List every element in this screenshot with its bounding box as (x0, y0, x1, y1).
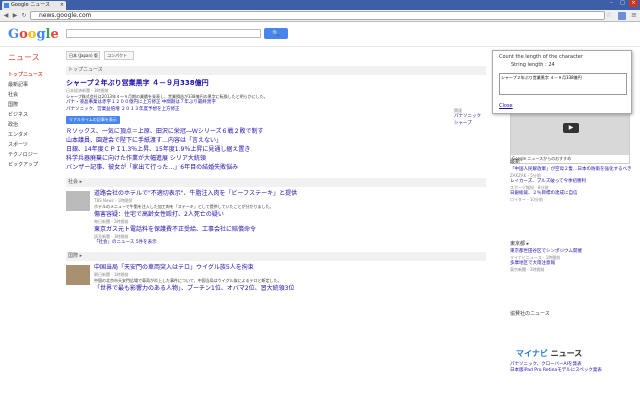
world-header[interactable]: 国際 ▸ (66, 251, 486, 261)
edition-select[interactable]: 日本 (Japan) 版 (66, 51, 100, 60)
sidenav-item-latest[interactable]: 最新記事 (8, 80, 60, 90)
play-icon[interactable]: ▶ (563, 123, 579, 133)
close-window-button[interactable]: × (629, 0, 638, 7)
sponsor-title: 協賛社のニュース (510, 311, 550, 317)
browser-tab[interactable]: Google ニュース × (2, 1, 66, 10)
popup-heading: Count the length of the character (499, 54, 583, 60)
length-value: 24 (548, 62, 555, 68)
extension-popup: Count the length of the character String… (492, 50, 632, 114)
tab-close-icon[interactable]: × (60, 1, 64, 10)
tokyo-source: 東京新聞 - 2時間前 (510, 267, 545, 272)
news-thumbnail[interactable] (66, 191, 90, 211)
length-readout: String length : 24 (511, 62, 555, 68)
more-society-link[interactable]: 「社会」のニュース 5件を表示 (94, 240, 486, 247)
sponsor-section: 協賛社のニュース (510, 310, 635, 319)
lead-story: シャープ２年ぶり営業黒字 ４－９月338億円 日本経済新聞 - 3時間前 シャー… (66, 78, 486, 172)
maximize-button[interactable]: □ (618, 0, 627, 7)
news-snippet: ホテルのメニューで牛脂を注入した加工肉を「ステーキ」として提供していたことが分か… (94, 204, 274, 209)
sidenav-item-world[interactable]: 国際 (8, 100, 60, 110)
news-item: 道路会社のホテルで"不適切表示"、牛脂注入肉を「ビーフステーキ」と提供 TBS … (66, 190, 486, 211)
header-divider (0, 46, 640, 47)
bookmark-star-icon[interactable]: ☆ (606, 11, 612, 19)
main-column: トップニュース シャープ２年ぶり営業黒字 ４－９月338億円 日本経済新聞 - … (66, 66, 486, 293)
tokyo-title[interactable]: 東京都 ▸ (510, 240, 635, 247)
news-item: 傷害容疑：住宅で高齢女性殴打、2人死亡の疑い 毎日新聞 - 2時間前 (66, 211, 486, 225)
recent-title: 最新 (510, 159, 521, 165)
window-controls: – □ × (607, 0, 638, 7)
close-link[interactable]: Close (499, 103, 513, 109)
news-source: 毎日新聞 - 2時間前 (94, 219, 129, 224)
reload-icon[interactable]: ↻ (20, 12, 28, 20)
tokyo-section: 東京都 ▸ 東京都世田谷区でシンポジウム開催 マイナビニュース - 1時間前 多… (510, 240, 635, 273)
sidenav-item-business[interactable]: ビジネス (8, 110, 60, 120)
related-side: 関連 パナソニック シャープ (454, 108, 494, 127)
news-item: 中国当局「天安門の車両突入はテロ」ウイグル族5人を拘束 朝日新聞 - 1時間前 … (66, 264, 486, 293)
headline-link[interactable]: 山本議員、園遊会で陛下に手紙渡す…内容は「言えない」 (66, 137, 486, 145)
search-input[interactable] (66, 29, 261, 38)
sidenav-item-politics[interactable]: 政治 (8, 120, 60, 130)
address-bar[interactable]: news.google.com (30, 11, 605, 20)
menu-icon[interactable]: ≡ (631, 11, 637, 19)
news-snippet: 中国の北京市天安門広場で車両が炎上した事件について、中国当局はウイグル族によるテ… (94, 277, 282, 283)
sidenav-item-top[interactable]: トップニュース (8, 70, 60, 80)
forward-arrow-icon[interactable]: ▶ (11, 12, 19, 20)
headline-link[interactable]: バンザー記事、彼女が「家出て行った…」6年目の結婚失敗悩み (66, 164, 486, 172)
search-button[interactable]: 🔍 (264, 28, 288, 39)
headline-link[interactable]: 「世界で最も影響力のある人物」、プーチン1位、オバマ2位、習大統領3位 (94, 285, 486, 293)
headline-link[interactable]: 中国当局「天安門の車両突入はテロ」ウイグル族5人を拘束 (94, 264, 486, 272)
google-logo[interactable]: Google (8, 27, 59, 42)
sidenav-item-technology[interactable]: テクノロジー (8, 150, 60, 160)
sidenav-item-entertainment[interactable]: エンタメ (8, 130, 60, 140)
browser-chrome: Google ニュース × – □ × ◀ ▶ ↻ news.google.co… (0, 0, 640, 22)
length-label: String length : (511, 62, 547, 68)
related-link[interactable]: パナソニック、営業益倍増 ２０１３年度予想を上方修正 (66, 107, 486, 114)
tab-bar: Google ニュース × – □ × (0, 0, 640, 10)
recent-source: ロイター - 10分前 (510, 197, 543, 202)
news-thumbnail[interactable] (66, 264, 90, 285)
top-news-header: トップニュース (66, 66, 486, 75)
recent-section: 最新 「中国人民解放軍」が空母２隻…日本の防衛を強化するべき ZAKZAK - … (510, 158, 635, 203)
back-arrow-icon[interactable]: ◀ (2, 12, 10, 20)
text-input[interactable]: シャープ２年ぶり営業黒字 ４－９月338億円 (499, 73, 627, 95)
society-header[interactable]: 社会 ▸ (66, 178, 486, 187)
mynavi-logo[interactable]: マイナビ ニュース (516, 348, 582, 359)
browser-toolbar: ◀ ▶ ↻ news.google.com ☆ ≡ (0, 10, 640, 22)
news-item: 東京ガス元ト電話料を保護費不正受給、工事会社に賠償命令 読売新聞 - 3時間前 … (66, 226, 486, 247)
headline-link[interactable]: 日銀、14年度ＣＰＩ1.3％上昇、15年度1.9％上昇に見通し据え置き (66, 146, 486, 154)
sponsor-link[interactable]: 日本版iPad Pro Retinaモデルにスペック発表 (510, 368, 635, 374)
sidenav-item-pickup[interactable]: ピックアップ (8, 160, 60, 170)
headline-link[interactable]: 科学兵器廃棄に向けた作業が大幅進展 シリア大統領 (66, 155, 486, 163)
page-content: Google 🔍 ニュース 日本 (Japan) 版 コンパクト トップニュース… (0, 22, 640, 400)
headline-link[interactable]: 傷害容疑：住宅で高齢女性殴打、2人死亡の疑い (94, 211, 486, 219)
extension-icon[interactable] (618, 12, 626, 20)
minimize-button[interactable]: – (607, 0, 616, 7)
lead-headline[interactable]: シャープ２年ぶり営業黒字 ４－９月338億円 (66, 78, 486, 88)
sidenav-item-sports[interactable]: スポーツ (8, 140, 60, 150)
realtime-button[interactable]: リアルタイムの記事を表示 (66, 116, 120, 124)
tab-title: Google ニュース (11, 2, 50, 8)
headline-link[interactable]: 道路会社のホテルで"不適切表示"、牛脂注入肉を「ビーフステーキ」と提供 (94, 190, 486, 198)
related-side-link[interactable]: シャープ (454, 121, 494, 128)
headline-link[interactable]: 東京ガス元ト電話料を保護費不正受給、工事会社に賠償命令 (94, 226, 486, 234)
headline-link[interactable]: Ｒソックス、一気に頂点＝上原、田沢に栄冠―Ｗシリーズ６戦２敗で制す (66, 128, 486, 136)
sidenav-item-society[interactable]: 社会 (8, 90, 60, 100)
sponsor-links: パナソニック、クローバーAIを発表 日本版iPad Pro Retinaモデルに… (510, 362, 635, 374)
google-favicon-icon (4, 3, 9, 8)
section-nav: トップニュース 最新記事 社会 国際 ビジネス 政治 エンタメ スポーツ テクノ… (8, 70, 60, 170)
news-title: ニュース (8, 53, 40, 62)
layout-select[interactable]: コンパクト (104, 51, 134, 60)
